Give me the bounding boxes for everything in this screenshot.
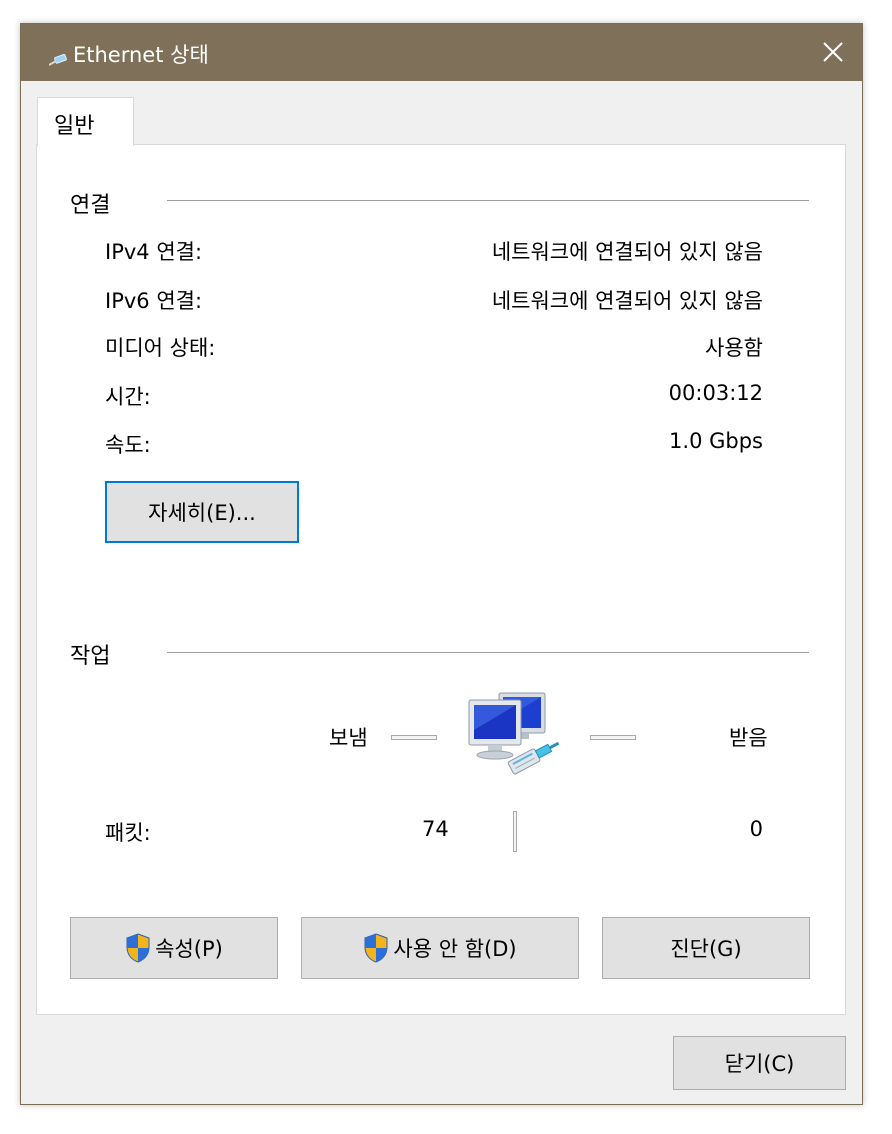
details-button[interactable]: 자세히(E)...	[105, 481, 299, 543]
ipv4-label: IPv4 연결:	[105, 240, 203, 264]
ipv6-value: 네트워크에 연결되어 있지 않음	[491, 289, 763, 313]
disable-button-label: 사용 안 함(D)	[393, 937, 517, 961]
received-activity-bar	[590, 735, 636, 740]
properties-button-label: 속성(P)	[155, 937, 223, 961]
tab-general-label: 일반	[54, 114, 95, 139]
packets-label: 패킷:	[105, 821, 151, 845]
disable-button[interactable]: 사용 안 함(D)	[301, 917, 579, 979]
close-window-button[interactable]	[803, 24, 862, 81]
close-button[interactable]: 닫기(C)	[673, 1036, 846, 1090]
activity-divider	[167, 652, 809, 653]
network-cable-icon	[49, 54, 67, 66]
ethernet-status-dialog: Ethernet 상태 일반 연결 IPv4 연결: 네트워크에 연결되어 있지…	[20, 23, 863, 1105]
network-computers-icon	[468, 692, 560, 775]
ipv4-value: 네트워크에 연결되어 있지 않음	[491, 240, 763, 264]
properties-button[interactable]: 속성(P)	[70, 917, 278, 979]
media-state-value: 사용함	[705, 336, 763, 360]
received-label: 받음	[729, 726, 768, 750]
activity-heading: 작업	[70, 644, 111, 669]
title-bar[interactable]: Ethernet 상태	[21, 24, 862, 81]
uac-shield-icon	[126, 933, 150, 963]
sent-activity-bar	[391, 735, 437, 740]
packets-divider	[513, 811, 517, 852]
connection-heading: 연결	[70, 193, 111, 218]
duration-value: 00:03:12	[668, 381, 763, 405]
duration-label: 시간:	[105, 385, 151, 409]
packets-sent-value: 74	[422, 817, 449, 841]
diagnose-button[interactable]: 진단(G)	[602, 917, 810, 979]
ipv6-label: IPv6 연결:	[105, 289, 203, 313]
general-tab-panel: 연결 IPv4 연결: 네트워크에 연결되어 있지 않음 IPv6 연결: 네트…	[36, 144, 846, 1015]
tab-general[interactable]: 일반	[37, 97, 134, 146]
speed-value: 1.0 Gbps	[669, 429, 763, 453]
uac-shield-icon	[364, 933, 388, 963]
window-title: Ethernet 상태	[73, 43, 209, 67]
packets-received-value: 0	[749, 817, 763, 841]
sent-label: 보냄	[329, 726, 368, 750]
speed-label: 속도:	[105, 433, 151, 457]
close-icon	[823, 42, 843, 62]
connection-divider	[167, 200, 809, 201]
media-state-label: 미디어 상태:	[105, 336, 216, 360]
